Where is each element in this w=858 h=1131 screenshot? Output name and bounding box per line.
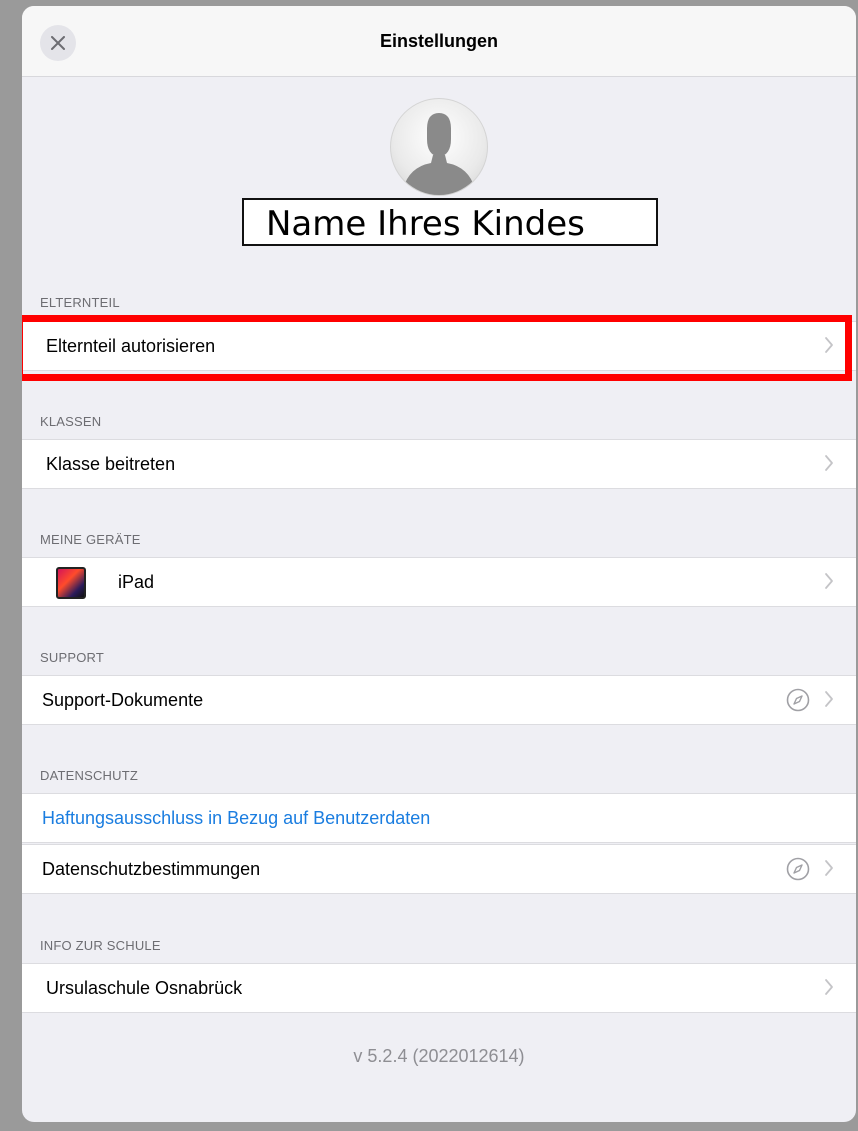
navigation-bar: Einstellungen [22,6,856,77]
compass-icon [786,688,810,712]
row-support-dokumente[interactable]: Support-Dokumente [22,675,856,725]
page-title: Einstellungen [379,31,498,51]
row-label: Klasse beitreten [46,454,176,474]
chevron-right-icon [825,337,833,353]
row-ipad[interactable]: iPad [22,557,856,607]
row-elternteil-autorisieren[interactable]: Elternteil autorisieren [22,321,856,371]
section-header-klassen: KLASSEN [40,414,102,429]
close-button[interactable] [40,25,76,61]
settings-sheet: Einstellungen Name Ihres Kindes ELTERNTE… [22,6,856,1122]
row-haftungsausschluss[interactable]: Haftungsausschluss in Bezug auf Benutzer… [22,793,856,843]
chevron-right-icon [825,860,833,876]
row-label: Ursulaschule Osnabrück [46,978,243,998]
chevron-right-icon [825,691,833,707]
chevron-right-icon [825,455,833,471]
row-klasse-beitreten[interactable]: Klasse beitreten [22,439,856,489]
compass-icon [786,857,810,881]
section-header-elternteil: ELTERNTEIL [40,295,120,310]
row-label: Datenschutzbestimmungen [42,859,261,879]
close-icon [51,36,65,50]
row-datenschutzbestimmungen[interactable]: Datenschutzbestimmungen [22,844,856,894]
row-label: Support-Dokumente [42,690,204,710]
child-name-label: Name Ihres Kindes [242,198,658,246]
row-label: Elternteil autorisieren [46,336,216,356]
chevron-right-icon [825,573,833,589]
row-label: iPad [118,572,155,592]
person-silhouette-icon [403,113,475,195]
ipad-icon [56,567,86,599]
section-header-support: SUPPORT [40,650,105,665]
avatar[interactable] [390,98,488,196]
section-header-datenschutz: DATENSCHUTZ [40,768,139,783]
chevron-right-icon [825,979,833,995]
section-header-schule: INFO ZUR SCHULE [40,938,161,953]
disclaimer-link[interactable]: Haftungsausschluss in Bezug auf Benutzer… [42,794,430,842]
section-header-geraete: MEINE GERÄTE [40,532,141,547]
row-ursulaschule[interactable]: Ursulaschule Osnabrück [22,963,856,1013]
version-label: v 5.2.4 (2022012614) [353,1046,525,1066]
